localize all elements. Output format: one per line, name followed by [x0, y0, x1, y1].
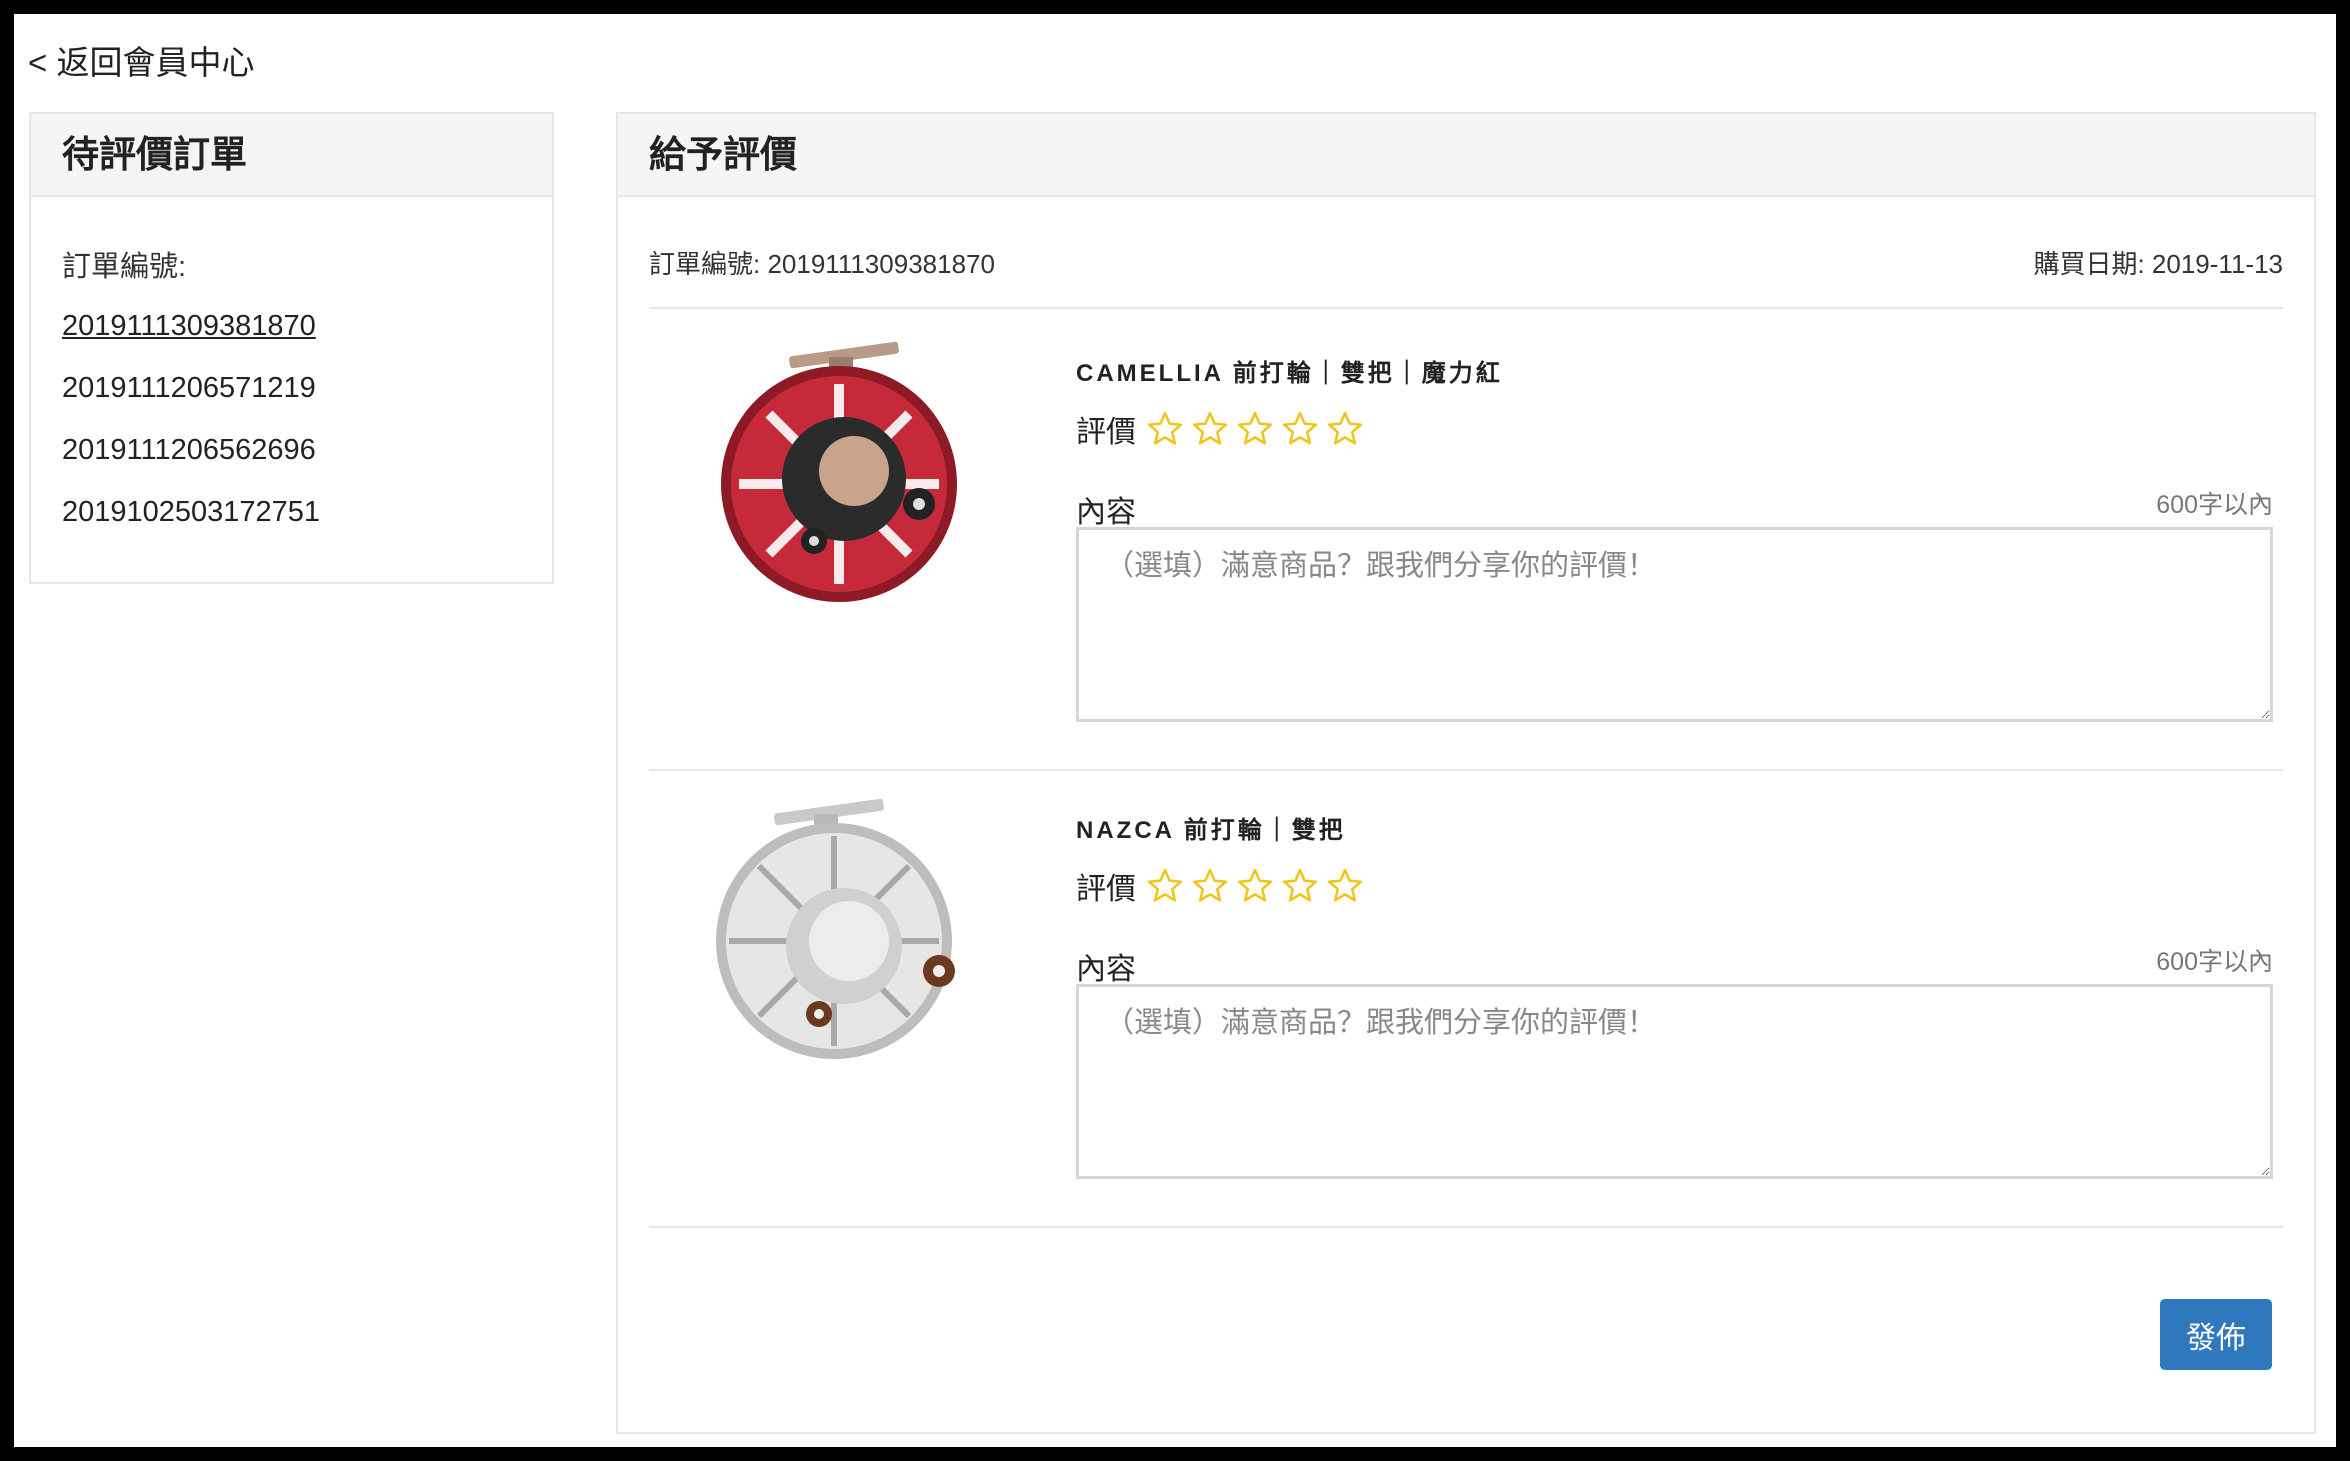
- star-icon[interactable]: [1191, 410, 1229, 448]
- star-icon[interactable]: [1146, 410, 1184, 448]
- order-link[interactable]: 2019111309381870: [62, 309, 552, 344]
- product-review-item: NAZCA 前打輪｜雙把 評價 內容 600字以內: [649, 766, 2283, 1224]
- char-limit-text: 600字以內: [2156, 491, 2273, 519]
- order-link[interactable]: 2019102503172751: [62, 495, 552, 530]
- pending-orders-panel: 待評價訂單 訂單編號: 2019111309381870 20191112065…: [29, 112, 554, 584]
- star-icon[interactable]: [1281, 410, 1319, 448]
- content-label: 內容: [1076, 496, 1136, 529]
- review-textarea[interactable]: [1076, 527, 2273, 722]
- back-to-member-center-link[interactable]: < 返回會員中心: [28, 36, 254, 84]
- order-info: 訂單編號: 2019111309381870 購買日期: 2019-11-13: [649, 244, 2283, 281]
- star-icon[interactable]: [1146, 867, 1184, 905]
- order-number-label: 訂單編號:: [62, 251, 187, 283]
- rating-row: 評價: [1076, 407, 1371, 451]
- order-link[interactable]: 2019111206571219: [62, 371, 552, 406]
- review-panel: 給予評價 訂單編號: 2019111309381870 購買日期: 2019-1…: [616, 112, 2316, 1434]
- star-icon[interactable]: [1236, 410, 1274, 448]
- rating-row: 評價: [1076, 864, 1371, 908]
- content-label: 內容: [1076, 953, 1136, 986]
- product-name: CAMELLIA 前打輪｜雙把｜魔力紅: [1076, 360, 1503, 387]
- silver-fly-reel-image: [716, 798, 955, 1059]
- char-limit-text: 600字以內: [2156, 948, 2273, 976]
- rating-label: 評價: [1076, 416, 1136, 449]
- pending-orders-title: 待評價訂單: [31, 114, 552, 197]
- order-number: 訂單編號: 2019111309381870: [649, 249, 995, 279]
- star-icon[interactable]: [1326, 867, 1364, 905]
- order-link[interactable]: 2019111206562696: [62, 433, 552, 468]
- divider: [649, 1226, 2283, 1228]
- publish-button[interactable]: 發佈: [2160, 1299, 2272, 1370]
- star-icon[interactable]: [1191, 867, 1229, 905]
- page-frame: < 返回會員中心 待評價訂單 訂單編號: 2019111309381870 20…: [14, 14, 2336, 1447]
- star-icon[interactable]: [1326, 410, 1364, 448]
- star-icon[interactable]: [1281, 867, 1319, 905]
- red-fly-reel-image: [721, 341, 957, 602]
- review-textarea[interactable]: [1076, 984, 2273, 1179]
- purchase-date: 購買日期: 2019-11-13: [2033, 249, 2283, 279]
- rating-label: 評價: [1076, 873, 1136, 906]
- product-review-item: CAMELLIA 前打輪｜雙把｜魔力紅 評價 內容 600字以內: [649, 309, 2283, 767]
- review-panel-title: 給予評價: [618, 114, 2314, 197]
- star-icon[interactable]: [1236, 867, 1274, 905]
- product-name: NAZCA 前打輪｜雙把: [1076, 817, 1346, 844]
